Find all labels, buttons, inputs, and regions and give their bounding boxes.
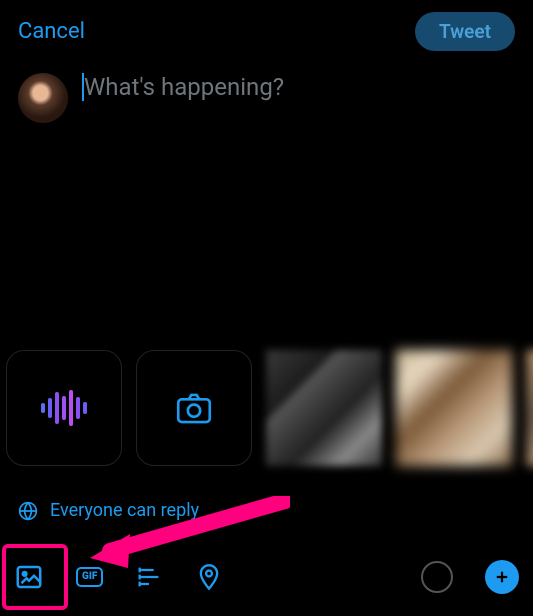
location-icon — [195, 563, 223, 591]
camera-icon — [173, 387, 215, 429]
camera-tile[interactable] — [136, 350, 252, 466]
top-bar: Cancel Tweet — [0, 0, 533, 63]
character-count — [421, 561, 453, 593]
bottom-toolbar: GIF — [0, 538, 533, 616]
gallery-thumb-3[interactable] — [526, 350, 533, 466]
add-thread-button[interactable] — [485, 560, 519, 594]
poll-button[interactable] — [135, 563, 163, 591]
image-icon — [14, 562, 44, 592]
cancel-button[interactable]: Cancel — [18, 19, 85, 44]
gallery-thumb-1[interactable] — [266, 350, 382, 466]
tweet-button[interactable]: Tweet — [415, 12, 515, 51]
audio-tile[interactable] — [6, 350, 122, 466]
reply-label: Everyone can reply — [50, 500, 199, 521]
gallery-thumb-2[interactable] — [396, 350, 512, 466]
reply-settings[interactable]: Everyone can reply — [18, 500, 199, 521]
compose-area: What's happening? — [0, 63, 533, 133]
media-button[interactable] — [14, 562, 44, 592]
plus-icon — [493, 568, 511, 586]
media-strip — [0, 350, 533, 466]
location-button[interactable] — [195, 563, 223, 591]
text-cursor — [82, 73, 84, 101]
poll-icon — [135, 563, 163, 591]
globe-icon — [18, 501, 38, 521]
avatar — [18, 73, 68, 123]
placeholder: What's happening? — [84, 73, 284, 101]
tweet-input[interactable]: What's happening? — [82, 73, 515, 103]
gif-icon: GIF — [76, 567, 103, 587]
gif-button[interactable]: GIF — [76, 567, 103, 587]
audio-wave-icon — [41, 390, 87, 426]
